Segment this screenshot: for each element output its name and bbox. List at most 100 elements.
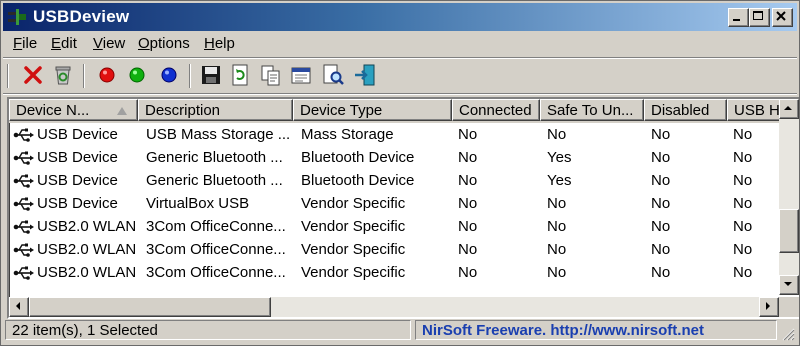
usb-device-icon: [13, 151, 34, 165]
cell-device-type: Vendor Specific: [301, 264, 406, 281]
menu-bar: File Edit View Options Help: [3, 32, 797, 56]
table-row[interactable]: USB2.0 WLAN 3Com OfficeConne... Vendor Spe…: [9, 238, 779, 261]
cell-device-name: USB2.0 WLAN: [37, 264, 137, 281]
copy-icon[interactable]: [259, 63, 283, 87]
cell-usb-hub: No: [733, 126, 753, 143]
cell-usb-hub: No: [733, 172, 753, 189]
cell-device-type: Bluetooth Device: [301, 172, 415, 189]
scroll-right-button[interactable]: [759, 297, 779, 317]
refresh-icon[interactable]: [228, 63, 252, 87]
cell-safe-to-unplug: Yes: [547, 172, 572, 189]
cell-device-name: USB Device: [37, 149, 118, 166]
delete-icon[interactable]: [21, 63, 45, 87]
title-bar[interactable]: USBDeview: [3, 3, 797, 31]
cell-device-type: Vendor Specific: [301, 241, 406, 258]
cell-description: Generic Bluetooth ...: [146, 172, 283, 189]
menu-options[interactable]: Options: [138, 35, 190, 53]
table-row[interactable]: USB Device VirtualBox USB Vendor Specific N…: [9, 192, 779, 215]
cell-connected: No: [458, 264, 478, 281]
find-icon[interactable]: [321, 63, 345, 87]
cell-connected: No: [458, 241, 478, 258]
cell-description: 3Com OfficeConne...: [146, 218, 286, 235]
green-dot-icon[interactable]: [125, 63, 149, 87]
cell-usb-hub: No: [733, 218, 753, 235]
cell-usb-hub: No: [733, 195, 753, 212]
minimize-button[interactable]: [728, 8, 749, 27]
exit-icon[interactable]: [353, 63, 377, 87]
cell-connected: No: [458, 172, 478, 189]
table-row[interactable]: USB Device Generic Bluetooth ... Bluetooth…: [9, 146, 779, 169]
usb-device-icon: [13, 174, 34, 188]
cell-device-type: Vendor Specific: [301, 218, 406, 235]
save-icon[interactable]: [199, 63, 223, 87]
scrollbar-corner: [779, 297, 799, 317]
maximize-icon: [753, 11, 763, 20]
menu-view[interactable]: View: [93, 35, 125, 53]
red-dot-icon[interactable]: [95, 63, 119, 87]
cell-connected: No: [458, 126, 478, 143]
cell-usb-hub: No: [733, 241, 753, 258]
toolbar-separator: [189, 64, 191, 88]
usb-device-icon: [13, 128, 34, 142]
minimize-icon: [733, 19, 740, 21]
properties-icon[interactable]: [289, 63, 313, 87]
cell-description: USB Mass Storage ...: [146, 126, 291, 143]
menu-edit[interactable]: Edit: [51, 35, 77, 53]
table-row[interactable]: USB Device USB Mass Storage ... Mass Stora…: [9, 123, 779, 146]
cell-device-type: Vendor Specific: [301, 195, 406, 212]
cell-disabled: No: [651, 149, 671, 166]
horizontal-scrollbar[interactable]: [9, 297, 779, 317]
arrow-left-icon: [16, 302, 20, 310]
cell-device-type: Mass Storage: [301, 126, 394, 143]
horizontal-scroll-thumb[interactable]: [29, 297, 271, 317]
column-header-device-type[interactable]: Device Type: [293, 99, 452, 121]
menu-file[interactable]: File: [13, 35, 37, 53]
menu-help[interactable]: Help: [204, 35, 235, 53]
cell-safe-to-unplug: No: [547, 264, 567, 281]
close-button[interactable]: [772, 8, 793, 27]
table-row[interactable]: USB Device Generic Bluetooth ... Bluetooth…: [9, 169, 779, 192]
column-header-connected[interactable]: Connected: [452, 99, 540, 121]
blue-dot-icon[interactable]: [157, 63, 181, 87]
table-row[interactable]: USB2.0 WLAN 3Com OfficeConne... Vendor Spe…: [9, 261, 779, 284]
toolbar-separator: [83, 64, 85, 88]
table-row-partial[interactable]: [9, 284, 779, 288]
vertical-scrollbar[interactable]: [779, 99, 799, 295]
arrow-down-icon: [784, 282, 792, 286]
cell-device-name: USB2.0 WLAN: [37, 218, 137, 235]
cell-description: Generic Bluetooth ...: [146, 149, 283, 166]
maximize-button[interactable]: [749, 8, 770, 27]
scroll-down-button[interactable]: [779, 275, 799, 295]
device-list[interactable]: Device N... Description Device Type Conn…: [7, 97, 799, 319]
recycle-icon[interactable]: [51, 63, 75, 87]
usb-device-icon: [13, 197, 34, 211]
column-header-device-name[interactable]: Device N...: [9, 99, 138, 121]
cell-safe-to-unplug: No: [547, 218, 567, 235]
resize-grip-icon[interactable]: [781, 327, 795, 341]
toolbar-separator-bottom: [3, 93, 797, 95]
cell-connected: No: [458, 149, 478, 166]
cell-connected: No: [458, 195, 478, 212]
list-header: Device N... Description Device Type Conn…: [9, 99, 787, 123]
column-header-description[interactable]: Description: [138, 99, 293, 121]
status-vendor-link[interactable]: NirSoft Freeware. http://www.nirsoft.net: [415, 320, 777, 340]
cell-disabled: No: [651, 241, 671, 258]
close-icon: [776, 11, 786, 21]
cell-disabled: No: [651, 218, 671, 235]
cell-disabled: No: [651, 264, 671, 281]
cell-device-name: USB Device: [37, 126, 118, 143]
vertical-scroll-thumb[interactable]: [779, 209, 799, 253]
usb-device-icon: [13, 243, 34, 257]
cell-safe-to-unplug: No: [547, 195, 567, 212]
table-row[interactable]: USB2.0 WLAN 3Com OfficeConne... Vendor Spe…: [9, 215, 779, 238]
toolbar-grip: [7, 64, 9, 88]
scroll-up-button[interactable]: [779, 99, 799, 119]
cell-safe-to-unplug: No: [547, 126, 567, 143]
column-header-usb-hub[interactable]: USB H: [727, 99, 787, 121]
column-header-disabled[interactable]: Disabled: [644, 99, 727, 121]
scroll-left-button[interactable]: [9, 297, 29, 317]
column-header-safe-to-unplug[interactable]: Safe To Un...: [540, 99, 644, 121]
arrow-right-icon: [766, 302, 770, 310]
cell-description: VirtualBox USB: [146, 195, 250, 212]
status-bar: 22 item(s), 1 Selected NirSoft Freeware.…: [3, 319, 797, 343]
